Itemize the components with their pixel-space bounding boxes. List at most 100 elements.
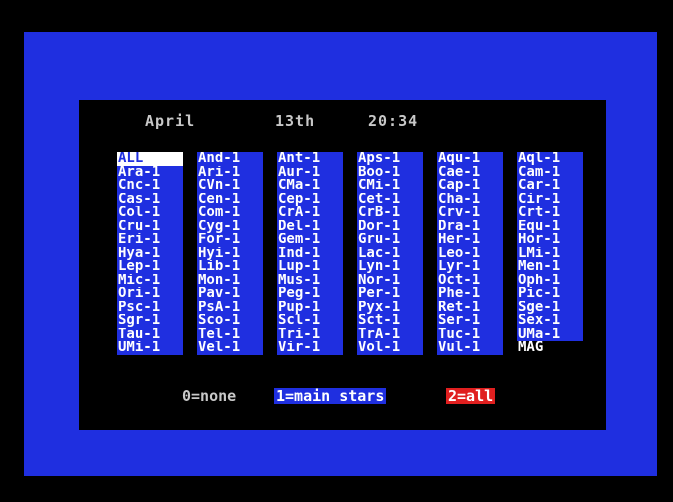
constellation-item[interactable]: CVn-1 [197,179,263,193]
constellation-item[interactable]: Vel-1 [197,341,263,355]
constellation-item[interactable]: TrA-1 [357,327,423,341]
constellation-item[interactable]: Tau-1 [117,327,183,341]
constellation-item[interactable]: Psc-1 [117,300,183,314]
constellation-item[interactable]: Vul-1 [437,341,503,355]
main-panel: April 13th 20:34 ALL And-1 Ant-1 Aps-1 Aqu-1… [79,100,606,430]
constellation-item[interactable]: Dra-1 [437,219,503,233]
constellation-item[interactable]: Com-1 [197,206,263,220]
month-label: April [145,112,196,130]
constellation-item[interactable]: Sex-1 [517,314,583,328]
constellation-item[interactable]: Gem-1 [277,233,343,247]
constellation-item[interactable]: Aur-1 [277,165,343,179]
constellation-item[interactable]: Cam-1 [517,165,583,179]
constellation-item[interactable]: UMa-1 [517,327,583,341]
constellation-item[interactable]: Dor-1 [357,219,423,233]
constellation-grid: ALL And-1 Ant-1 Aps-1 Aqu-1 Aql-1 Ara-1 Ari-1 Au… [117,152,583,355]
option-none[interactable]: 0=none [180,388,239,404]
constellation-item[interactable]: Car-1 [517,179,583,193]
constellation-item[interactable]: Cap-1 [437,179,503,193]
constellation-item[interactable]: LMi-1 [517,246,583,260]
constellation-item[interactable]: Cae-1 [437,165,503,179]
constellation-item[interactable]: Sge-1 [517,300,583,314]
constellation-item[interactable]: Boo-1 [357,165,423,179]
constellation-item[interactable]: Peg-1 [277,287,343,301]
constellation-item[interactable]: For-1 [197,233,263,247]
constellation-item[interactable]: Lep-1 [117,260,183,274]
constellation-item[interactable]: Mus-1 [277,273,343,287]
constellation-item[interactable]: CrB-1 [357,206,423,220]
constellation-item[interactable]: Vol-1 [357,341,423,355]
constellation-item[interactable]: Mon-1 [197,273,263,287]
constellation-item[interactable]: Oph-1 [517,273,583,287]
constellation-item[interactable]: Crv-1 [437,206,503,220]
constellation-item[interactable]: Lup-1 [277,260,343,274]
constellation-item[interactable]: Aql-1 [517,152,583,166]
constellation-item[interactable]: Hyi-1 [197,246,263,260]
display-options: 0=none 1=main stars 2=all [79,388,606,406]
constellation-item[interactable]: PsA-1 [197,300,263,314]
constellation-item[interactable]: Cen-1 [197,192,263,206]
constellation-item[interactable]: Ser-1 [437,314,503,328]
constellation-item[interactable]: Phe-1 [437,287,503,301]
day-label: 13th [275,112,316,130]
constellation-item[interactable]: Tri-1 [277,327,343,341]
constellation-item[interactable]: Gru-1 [357,233,423,247]
constellation-item[interactable]: Tuc-1 [437,327,503,341]
constellation-item[interactable]: Crt-1 [517,206,583,220]
constellation-item[interactable]: Ant-1 [277,152,343,166]
constellation-item[interactable]: Tel-1 [197,327,263,341]
constellation-item[interactable]: Ori-1 [117,287,183,301]
constellation-item[interactable]: Oct-1 [437,273,503,287]
constellation-item[interactable]: Cyg-1 [197,219,263,233]
constellation-item[interactable]: Cir-1 [517,192,583,206]
emulator-screen: April 13th 20:34 ALL And-1 Ant-1 Aps-1 Aqu-1… [0,0,673,502]
constellation-item[interactable]: Sgr-1 [117,314,183,328]
constellation-item[interactable]: Cas-1 [117,192,183,206]
constellation-item[interactable]: Lac-1 [357,246,423,260]
constellation-item[interactable]: Sct-1 [357,314,423,328]
constellation-item[interactable]: Ari-1 [197,165,263,179]
constellation-item[interactable]: Lyn-1 [357,260,423,274]
constellation-item[interactable]: Aps-1 [357,152,423,166]
constellation-item[interactable]: Vir-1 [277,341,343,355]
constellation-item[interactable]: Per-1 [357,287,423,301]
constellation-item[interactable]: Her-1 [437,233,503,247]
constellation-item[interactable]: Equ-1 [517,219,583,233]
constellation-item[interactable]: Cha-1 [437,192,503,206]
constellation-item[interactable]: Cep-1 [277,192,343,206]
constellation-item[interactable]: Mic-1 [117,273,183,287]
constellation-item[interactable]: Ind-1 [277,246,343,260]
constellation-item[interactable]: CMi-1 [357,179,423,193]
constellation-item[interactable]: Leo-1 [437,246,503,260]
constellation-item[interactable]: Sco-1 [197,314,263,328]
constellation-item[interactable]: Hor-1 [517,233,583,247]
constellation-item[interactable]: Aqu-1 [437,152,503,166]
constellation-item[interactable]: UMi-1 [117,341,183,355]
constellation-item[interactable]: And-1 [197,152,263,166]
constellation-item[interactable]: Pav-1 [197,287,263,301]
constellation-item[interactable]: Eri-1 [117,233,183,247]
constellation-item[interactable]: Lib-1 [197,260,263,274]
constellation-item[interactable]: CMa-1 [277,179,343,193]
time-label: 20:34 [368,112,419,130]
constellation-item[interactable]: Del-1 [277,219,343,233]
constellation-item[interactable]: Nor-1 [357,273,423,287]
constellation-item[interactable]: Ret-1 [437,300,503,314]
constellation-item[interactable]: CrA-1 [277,206,343,220]
constellation-item[interactable]: MAG [517,341,583,355]
constellation-item[interactable]: Scl-1 [277,314,343,328]
constellation-item[interactable]: Pup-1 [277,300,343,314]
constellation-item[interactable]: Cnc-1 [117,179,183,193]
constellation-item[interactable]: Hya-1 [117,246,183,260]
constellation-item[interactable]: Cet-1 [357,192,423,206]
constellation-item[interactable]: Col-1 [117,206,183,220]
constellation-item[interactable]: Pic-1 [517,287,583,301]
constellation-item[interactable]: Men-1 [517,260,583,274]
constellation-item[interactable]: ALL [117,152,183,166]
constellation-item[interactable]: Lyr-1 [437,260,503,274]
constellation-item[interactable]: Cru-1 [117,219,183,233]
constellation-item[interactable]: Pyx-1 [357,300,423,314]
constellation-item[interactable]: Ara-1 [117,165,183,179]
option-main-stars[interactable]: 1=main stars [274,388,387,404]
option-all[interactable]: 2=all [446,388,496,404]
